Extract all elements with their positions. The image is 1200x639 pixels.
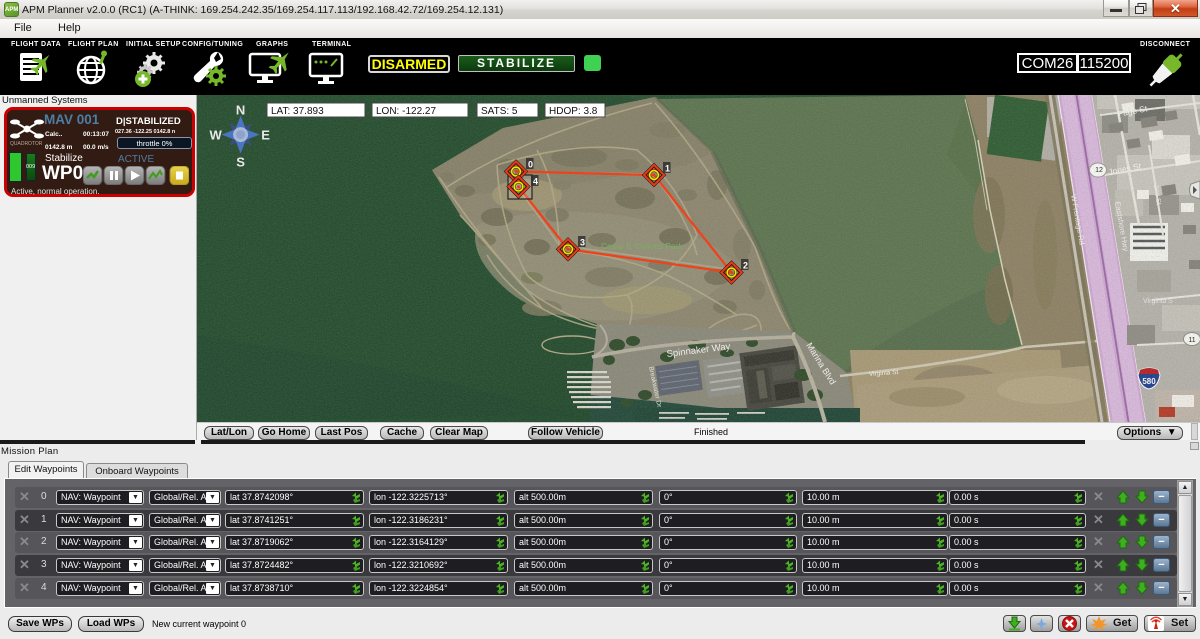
svg-text:2: 2: [743, 261, 748, 271]
svg-text:S: S: [236, 155, 245, 170]
svg-text:3: 3: [580, 238, 585, 248]
svg-text:LAT: 37.893: LAT: 37.893: [271, 106, 324, 117]
svg-text:SATS: 5: SATS: 5: [481, 106, 518, 117]
svg-text:1: 1: [665, 164, 670, 174]
svg-text:LON: -122.27: LON: -122.27: [376, 106, 436, 117]
svg-text:0: 0: [528, 160, 533, 170]
svg-text:W: W: [209, 128, 222, 143]
svg-text:N: N: [236, 103, 245, 118]
svg-text:HDOP: 3.8: HDOP: 3.8: [549, 106, 598, 117]
svg-text:E: E: [261, 128, 270, 143]
svg-text:4: 4: [533, 177, 538, 187]
